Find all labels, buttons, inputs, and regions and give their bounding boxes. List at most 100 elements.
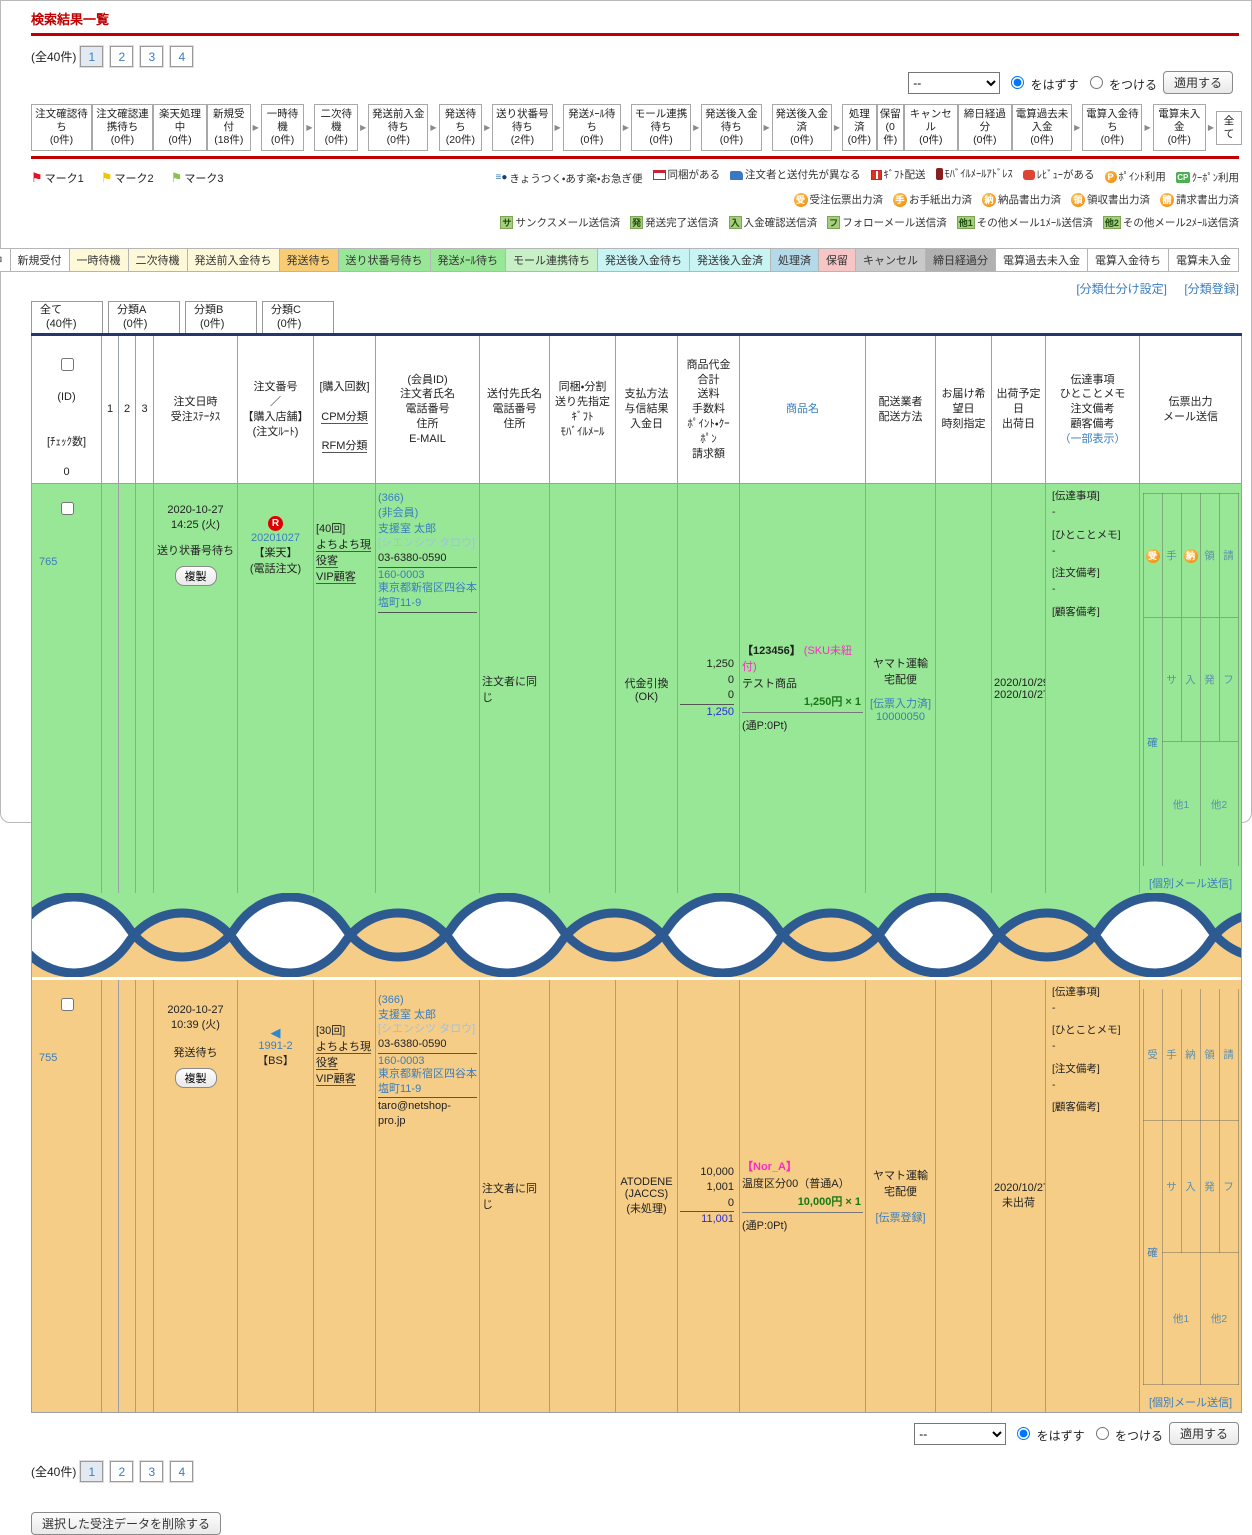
class-sorting-setting-link[interactable]: [分類仕分け設定] [1076, 282, 1167, 296]
stamp-confirm[interactable]: 確 [1142, 1120, 1163, 1386]
delete-selected-button[interactable]: 選択した受注データを削除する [31, 1512, 222, 1535]
cell-payment: 代金引換 (OK) [615, 483, 678, 893]
individual-mail-link[interactable]: [個別メール送信] [1149, 1394, 1232, 1410]
flow-status-box[interactable]: 保留 (0件) [876, 104, 904, 152]
member-name-link[interactable]: 支援室 太郎 [378, 520, 436, 536]
order-id-link[interactable]: 755 [34, 1052, 99, 1064]
stamp-confirm[interactable]: 確 [1142, 617, 1163, 866]
member-id-link[interactable]: (366) [378, 492, 404, 504]
duplicate-button[interactable]: 複製 [174, 566, 217, 587]
page-number-button[interactable]: 4 [169, 45, 195, 68]
select-all-checkbox[interactable] [60, 357, 74, 371]
flow-status-box[interactable]: 発送後入金待ち (0件) [701, 104, 762, 152]
row-checkbox[interactable] [60, 997, 74, 1011]
print-stamp-icon: 請 [1160, 193, 1174, 208]
radio-set-bottom[interactable]: をつける [1091, 1424, 1163, 1444]
page-number-button[interactable]: 3 [139, 1460, 165, 1484]
tab-classification[interactable]: 分類C (0件) [262, 301, 334, 333]
tab-classification[interactable]: 分類A (0件) [108, 301, 180, 333]
mail-stamp-icon: 他1 [956, 216, 975, 230]
icon-review [1022, 170, 1035, 181]
product-name-header-link[interactable]: 商品名 [786, 402, 819, 417]
radio-unset-top[interactable]: をはずす [1006, 73, 1079, 93]
mail-stamp-icon: 発 [630, 216, 644, 230]
page-number-button[interactable]: 2 [109, 45, 135, 68]
flow-status-box[interactable]: 全て [1216, 110, 1243, 145]
zip-link[interactable]: 160-0003 [378, 569, 425, 581]
page-number-button[interactable]: 2 [109, 1460, 135, 1484]
stamp-thanks: サ [1161, 617, 1182, 742]
order-id-link[interactable]: 765 [34, 556, 99, 568]
flow-status-box[interactable]: 注文確認待ち (0件) [31, 104, 92, 152]
flow-status-box[interactable]: キャンセル (0件) [903, 104, 958, 152]
class-register-link[interactable]: [分類登録] [1184, 282, 1239, 296]
status-color-cell: 発送前入金待ち [186, 248, 280, 273]
flow-status-box[interactable]: モール連携待ち (0件) [630, 104, 692, 152]
apply-button-top[interactable]: 適用する [1162, 71, 1233, 94]
stamp-shipped: 入 [1180, 1120, 1201, 1254]
address-link[interactable]: 東京都新宿区四谷本塩町11-9 [378, 581, 477, 611]
slip-status-link[interactable]: [伝票登録] [875, 1209, 925, 1225]
page-number-button[interactable]: 3 [139, 45, 165, 68]
stamp-invoice: 請 [1218, 493, 1239, 618]
apply-button-bottom[interactable]: 適用する [1168, 1422, 1239, 1446]
flow-status-box[interactable]: 注文確認連携待ち (0件) [91, 104, 153, 152]
tab-classification[interactable]: 全て (40件) [31, 301, 103, 333]
row-checkbox[interactable] [60, 502, 74, 516]
tab-classification[interactable]: 分類B (0件) [185, 301, 257, 333]
tracking-number-link[interactable]: 10000050 [876, 711, 925, 723]
radio-set-top[interactable]: をつける [1085, 73, 1157, 93]
flow-status-box[interactable]: 楽天処理中 (0件) [152, 104, 208, 152]
flow-status-box[interactable]: 処理済 (0件) [842, 104, 877, 152]
cell-checkbox-id: 755 [31, 979, 102, 1414]
flow-status-box[interactable]: 電算過去未入金 (0件) [1011, 104, 1073, 152]
flow-status-box[interactable]: 送り状番号待ち (2件) [492, 104, 553, 152]
page-number-button[interactable]: 4 [169, 1460, 195, 1484]
flow-status-box[interactable]: 一時待機 (0件) [260, 104, 305, 152]
mark-select-bottom[interactable]: -- [914, 1422, 1007, 1445]
col-payment: 支払方法 与信結果 入金日 [615, 333, 678, 485]
billing-total: 11,001 [680, 1211, 734, 1227]
mail-stamp-icon: サ [500, 216, 514, 230]
member-type-link[interactable]: (非会員) [378, 504, 418, 520]
tear-wave-graphic [32, 892, 1241, 980]
cell-memos: [伝達事項] - [ひとことメモ] - [注文備考] - [顧客備考] [1045, 979, 1140, 1414]
flow-status-box[interactable]: 電算未入金 (0件) [1152, 104, 1206, 152]
member-id-link[interactable]: (366) [378, 994, 404, 1006]
order-number-link[interactable]: 20201027 [251, 532, 300, 544]
tear-cell [31, 892, 1242, 980]
flow-status-box[interactable]: 二次待機 (0件) [314, 104, 359, 152]
bottom-bar: -- をはずす をつける 適用する (全40件) 1234 [31, 1422, 1239, 1484]
icon-gift [870, 170, 882, 181]
radio-unset-bottom[interactable]: をはずす [1012, 1424, 1085, 1444]
flow-status-box[interactable]: 締日経過分 (0件) [957, 104, 1012, 152]
cell-ship-dates: 2020/10/29 2020/10/27 [991, 483, 1046, 893]
member-name-link[interactable]: 支援室 太郎 [378, 1006, 436, 1022]
individual-mail-link[interactable]: [個別メール送信] [1149, 875, 1232, 891]
legend-item: ﾚﾋﾞｭｰがある [1022, 170, 1095, 181]
cell-bundle [549, 979, 616, 1414]
icon-legends: きょうつく・あす楽・お急ぎ便同梱がある注文者と送付先が異なる ｷﾞﾌﾄ配送 ﾓﾊﾞｲ… [485, 168, 1239, 238]
flow-status-box[interactable]: 発送待ち (20件) [438, 104, 483, 152]
flow-status-box[interactable]: 発送前入金待ち (0件) [368, 104, 429, 152]
address-link[interactable]: 東京都新宿区四谷本塩町11-9 [378, 1067, 477, 1097]
mark-select-top[interactable]: -- [908, 71, 1001, 94]
col-amount: 商品代金 合計 送料 手数料 ﾎﾟｲﾝﾄ・ｸｰ ﾎﾟﾝ 請求額 [677, 333, 740, 485]
duplicate-button[interactable]: 複製 [174, 1067, 217, 1088]
slip-status-link[interactable]: [伝票入力済] [870, 695, 931, 711]
page-number-button[interactable]: 1 [79, 1460, 105, 1484]
cell-mark3 [135, 483, 154, 893]
page-number-button[interactable]: 1 [79, 45, 105, 68]
status-color-cell: 一時待機 [68, 248, 129, 273]
flow-status-box[interactable]: 発送ﾒｰﾙ待ち (0件) [562, 104, 621, 152]
legend-item: 発発送完了送信済 [630, 216, 719, 230]
checked-count: 0 [63, 465, 70, 478]
flow-status-box[interactable]: 電算入金待ち (0件) [1082, 104, 1143, 152]
order-number-link[interactable]: 1991-2 [258, 1040, 292, 1052]
flow-status-box[interactable]: 新規受付 (18件) [207, 104, 251, 152]
zip-link[interactable]: 160-0003 [378, 1055, 425, 1067]
col-id: (ID) [ﾁｪｯｸ数] 0 [31, 333, 102, 485]
legend-item: 入入金確認送信済 [728, 216, 818, 230]
partial-display-link[interactable]: （一部表示） [1060, 432, 1126, 447]
flow-status-box[interactable]: 発送後入金済 (0件) [771, 104, 832, 152]
